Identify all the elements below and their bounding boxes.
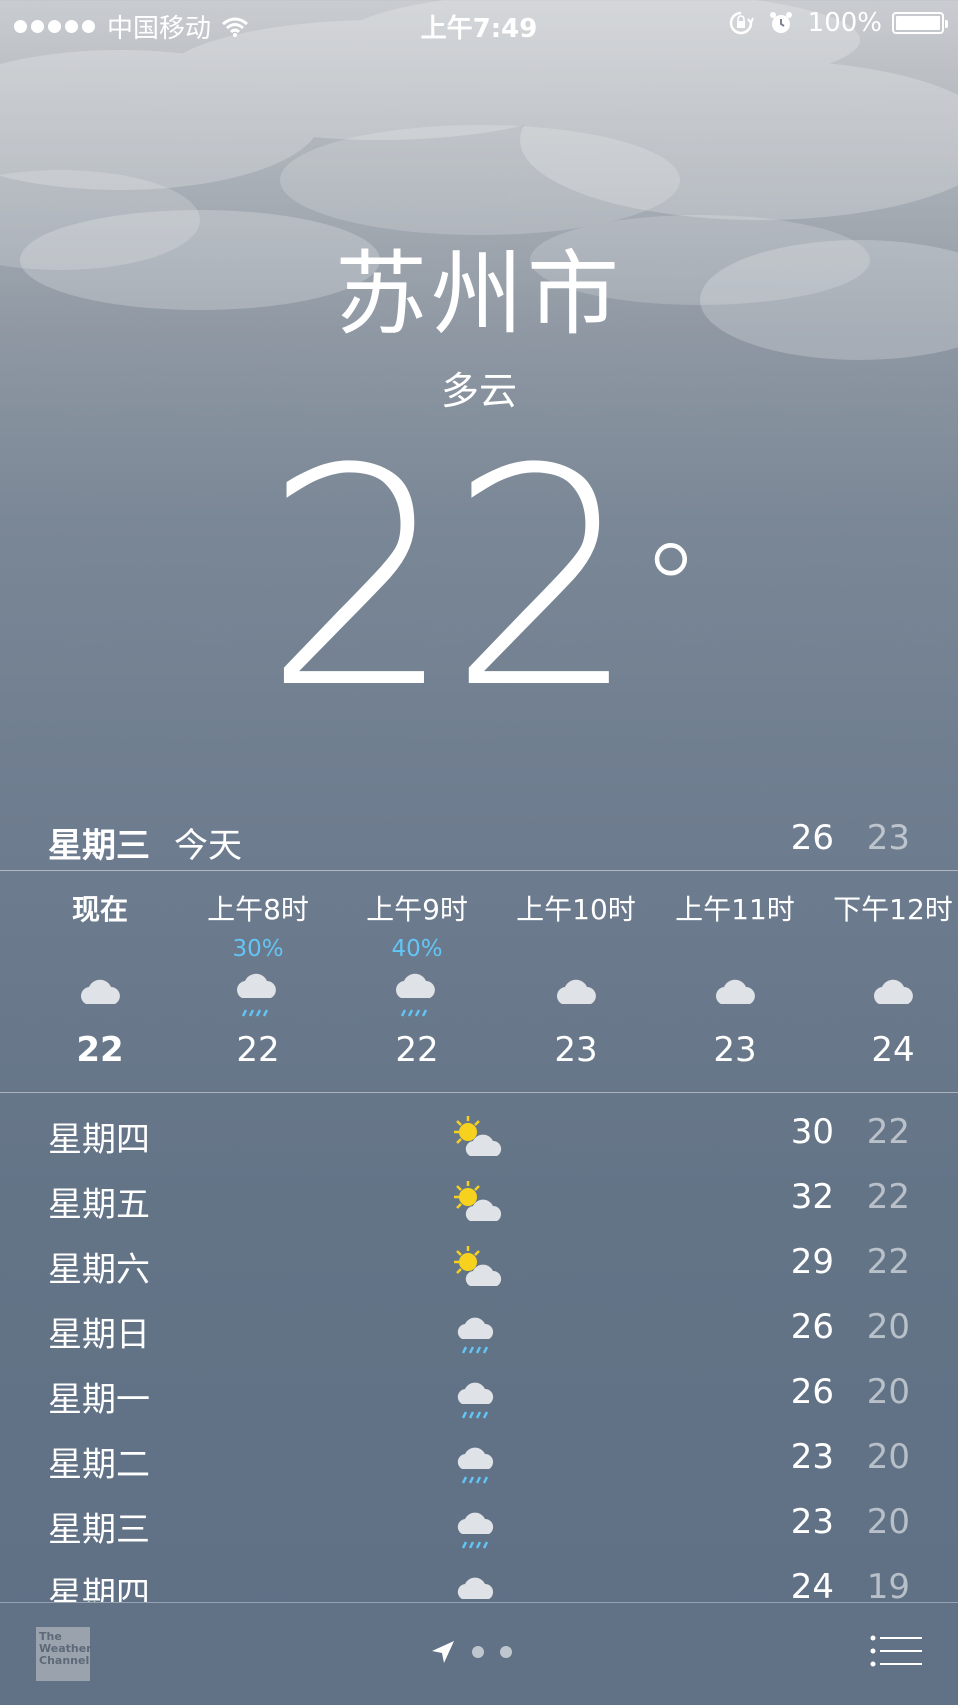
daily-low: 22 [866, 1177, 910, 1217]
bottom-toolbar: The Weather Channel [0, 1602, 958, 1705]
city-name: 苏州市 [334, 241, 623, 348]
page-dot [500, 1646, 512, 1658]
today-row: 星期三 今天 26 23 [0, 808, 958, 868]
location-arrow-icon [432, 1641, 454, 1663]
rain-icon [457, 1317, 494, 1354]
rotation-lock-icon [729, 11, 754, 35]
precip-chance: 30% [232, 936, 284, 962]
hourly-forecast[interactable]: 现在 22 上午8时 30% 22 上午9时 40% 22 上午10时 23 上… [0, 880, 958, 1090]
battery-icon [892, 12, 948, 34]
daily-day: 星期日 [48, 1315, 150, 1355]
battery-percent: 100% [807, 8, 882, 38]
cloud-backdrop [0, 0, 958, 360]
today-label: 今天 [174, 826, 242, 866]
daily-low: 22 [866, 1112, 910, 1152]
precip-chance: 40% [391, 936, 443, 962]
daily-day: 星期三 [48, 1510, 150, 1550]
daily-high: 24 [790, 1567, 834, 1607]
hour-temp: 24 [871, 1030, 915, 1070]
degree-symbol: ° [640, 520, 701, 659]
daily-high: 23 [790, 1502, 834, 1542]
hour-time: 上午8时 [207, 893, 309, 926]
hour-temp: 23 [713, 1030, 757, 1070]
hour-item: 上午9时 40% 22 [337, 880, 497, 1090]
hour-time: 上午9时 [366, 893, 468, 926]
daily-high: 26 [790, 1307, 834, 1347]
hour-temp: 22 [76, 1030, 124, 1070]
daily-row: 星期一 26 20 [0, 1360, 958, 1424]
partly-sunny-icon [454, 1181, 502, 1221]
daily-row: 星期五 32 22 [0, 1165, 958, 1229]
cloud-icon [557, 979, 596, 1004]
hour-item: 现在 22 [20, 880, 180, 1090]
current-temperature: 22° [0, 430, 958, 730]
weather-channel-logo[interactable]: The Weather Channel [36, 1627, 92, 1681]
partly-sunny-icon [454, 1246, 502, 1286]
hour-item: 下午12时 24 [813, 880, 958, 1090]
daily-day: 星期六 [48, 1250, 150, 1290]
daily-low: 20 [866, 1307, 910, 1347]
hour-time: 上午10时 [516, 893, 636, 926]
hour-time: 下午12时 [833, 893, 953, 926]
hour-temp: 23 [554, 1030, 598, 1070]
page-indicator[interactable] [430, 1637, 530, 1667]
daily-high: 23 [790, 1437, 834, 1477]
rain-icon [457, 1512, 494, 1549]
hour-item: 上午8时 30% 22 [178, 880, 338, 1090]
page-dot [472, 1646, 484, 1658]
daily-row: 星期三 23 20 [0, 1490, 958, 1554]
hour-temp: 22 [236, 1030, 280, 1070]
cloud-icon [874, 979, 913, 1004]
daily-high: 26 [790, 1372, 834, 1412]
cloud-icon [716, 979, 755, 1004]
hour-time: 现在 [71, 893, 128, 926]
today-low: 23 [866, 818, 910, 858]
daily-low: 19 [866, 1567, 910, 1607]
daily-high: 30 [790, 1112, 834, 1152]
rain-icon [237, 973, 276, 1017]
daily-low: 22 [866, 1242, 910, 1282]
daily-row: 星期二 23 20 [0, 1425, 958, 1489]
alarm-icon [769, 12, 792, 33]
status-right: 100% [728, 8, 948, 38]
daily-day: 星期四 [48, 1120, 150, 1160]
daily-high: 29 [790, 1242, 834, 1282]
daily-low: 20 [866, 1437, 910, 1477]
status-bar: 中国移动 上午7:49 100% [0, 0, 958, 48]
hour-item: 上午10时 23 [496, 880, 656, 1090]
daily-day: 星期二 [48, 1445, 150, 1485]
hour-temp: 22 [395, 1030, 439, 1070]
divider [0, 870, 958, 871]
rain-icon [457, 1382, 494, 1419]
partly-sunny-icon [454, 1116, 502, 1156]
daily-day: 星期一 [48, 1380, 150, 1420]
daily-row: 星期四 30 22 [0, 1100, 958, 1164]
rain-icon [457, 1447, 494, 1484]
hour-item: 上午11时 23 [655, 880, 815, 1090]
divider [0, 1092, 958, 1093]
daily-row: 星期六 29 22 [0, 1230, 958, 1294]
daily-high: 32 [790, 1177, 834, 1217]
today-day: 星期三 [48, 826, 150, 866]
daily-row: 星期日 26 20 [0, 1295, 958, 1359]
today-high: 26 [790, 818, 834, 858]
daily-day: 星期五 [48, 1185, 150, 1225]
temperature-value: 22 [263, 405, 639, 754]
hour-time: 上午11时 [675, 893, 795, 926]
rain-icon [396, 973, 435, 1017]
daily-low: 20 [866, 1502, 910, 1542]
cloud-icon [81, 979, 120, 1004]
daily-low: 20 [866, 1372, 910, 1412]
list-icon[interactable] [870, 1635, 922, 1667]
